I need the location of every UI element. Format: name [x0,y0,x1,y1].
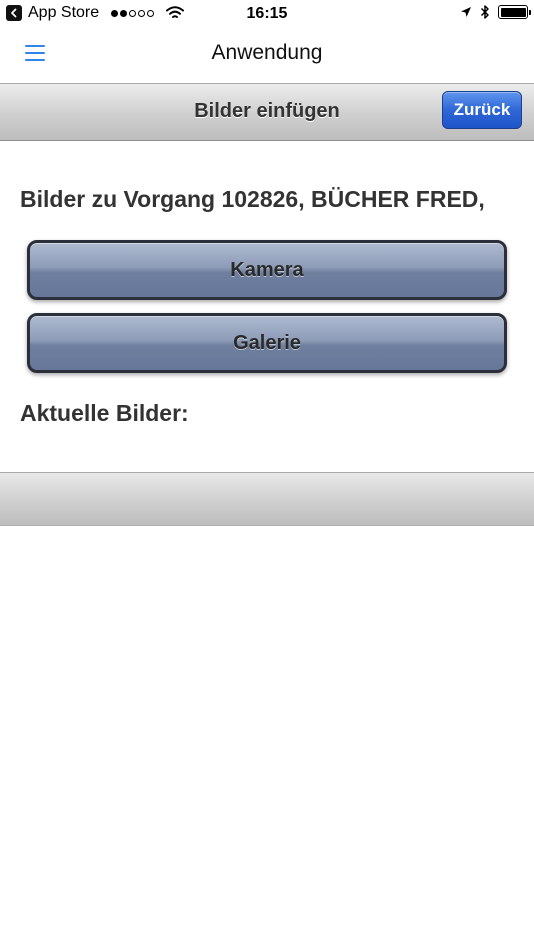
status-bar: App Store 16:15 [0,0,534,28]
gallery-button[interactable]: Galerie [27,313,507,373]
bluetooth-icon [480,5,489,19]
header-toolbar: Bilder einfügen Zurück [0,83,534,141]
app-title: Anwendung [211,41,323,64]
case-heading: Bilder zu Vorgang 102826, BÜCHER FRED, [20,186,485,212]
nav-bar: Anwendung [0,28,534,82]
battery-icon [498,5,531,19]
status-right [460,4,531,20]
status-time: 16:15 [246,5,288,22]
back-button[interactable]: Zurück [442,91,522,129]
footer-toolbar [0,472,534,526]
camera-button[interactable]: Kamera [27,240,507,300]
current-images-label: Aktuelle Bilder: [20,400,189,426]
main-content: Bilder zu Vorgang 102826, BÜCHER FRED, K… [0,142,534,472]
location-arrow-icon [461,7,471,17]
